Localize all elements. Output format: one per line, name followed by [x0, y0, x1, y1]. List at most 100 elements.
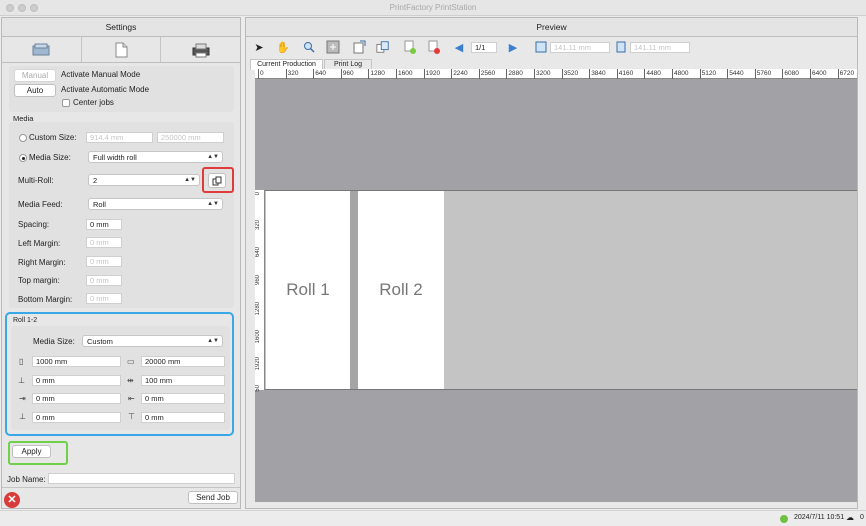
custom-height-field[interactable]: 250000 mm — [157, 132, 224, 143]
bottom-margin-field[interactable]: 0 mm — [86, 293, 122, 304]
roll-group-title: Roll 1-2 — [13, 317, 38, 324]
chevron-updown-icon: ▲▼ — [207, 154, 219, 160]
ruler-tick — [368, 69, 370, 79]
previous-page-icon[interactable]: ◀ — [452, 40, 466, 54]
add-page-icon[interactable] — [403, 40, 417, 54]
settings-header: Settings — [2, 18, 240, 37]
printer-tab[interactable] — [161, 37, 240, 62]
width-field[interactable]: 141.11 mm — [550, 42, 610, 53]
height-icon — [614, 40, 628, 54]
preview-header: Preview — [246, 18, 857, 37]
pointer-tool-icon[interactable]: ➤ — [252, 40, 266, 54]
manual-button[interactable]: Manual — [14, 69, 56, 82]
ruler-label: 2880 — [508, 70, 523, 77]
next-page-icon[interactable]: ▶ — [506, 40, 520, 54]
top-ruler: 0 320 640 960 1280 1600 1920 2240 2560 2880 3200 35… — [255, 69, 857, 79]
left-margin-label: Left Margin: — [18, 239, 61, 248]
ruler-tick — [699, 69, 701, 79]
roll-2-area[interactable]: Roll 2 — [358, 191, 444, 389]
ruler-label: 6400 — [812, 70, 827, 77]
job-name-input[interactable] — [48, 473, 235, 484]
remove-page-icon[interactable] — [427, 40, 441, 54]
ruler-tick — [589, 69, 591, 79]
roll-right-margin-icon: ⇥ — [19, 394, 26, 403]
roll-bottom-margin-field[interactable]: 0 mm — [32, 412, 121, 423]
roll-2-label: Roll 2 — [379, 280, 423, 299]
custom-width-field[interactable]: 914.4 mm — [86, 132, 153, 143]
media-size-radio[interactable] — [19, 154, 27, 162]
roll-top-margin-field[interactable]: 0 mm — [141, 412, 225, 423]
ruler-tick — [672, 69, 673, 79]
ruler-label: 3520 — [563, 70, 579, 77]
ruler-tick — [561, 69, 563, 79]
media-feed-select[interactable]: Roll ▲▼ — [88, 198, 223, 210]
export-page-icon[interactable] — [352, 40, 366, 54]
document-tab[interactable] — [82, 37, 162, 62]
ruler-label: 320 — [255, 219, 261, 230]
ruler-label: 320 — [287, 70, 299, 77]
roll-width-field[interactable]: 1000 mm — [32, 356, 121, 367]
document-tab-icon — [115, 42, 128, 57]
zoom-tool-icon[interactable] — [302, 40, 316, 54]
roll-1-area[interactable]: Roll 1 — [266, 191, 350, 389]
status-count: 0 — [860, 514, 864, 521]
auto-button[interactable]: Auto — [14, 84, 56, 97]
height-field[interactable]: 141.11 mm — [630, 42, 690, 53]
ruler-label: 0 — [260, 70, 264, 77]
ruler-label: 50 — [255, 384, 261, 392]
ruler-label: 640 — [315, 70, 327, 77]
top-margin-field[interactable]: 0 mm — [86, 275, 122, 286]
ruler-tick — [810, 69, 811, 79]
roll-media-size-select[interactable]: Custom ▲▼ — [82, 335, 223, 347]
ruler-label: 2240 — [453, 70, 468, 77]
left-ruler: 0 320 640 960 1280 1600 1920 50 — [255, 190, 265, 392]
ruler-tick — [506, 69, 508, 79]
spacing-field[interactable]: 0 mm — [86, 219, 122, 230]
roll-right-margin-field[interactable]: 0 mm — [32, 393, 121, 404]
add-doc-icon — [404, 40, 416, 54]
right-margin-field[interactable]: 0 mm — [86, 256, 122, 267]
send-job-button[interactable]: Send Job — [188, 491, 238, 504]
preview-canvas[interactable]: 0 320 640 960 1280 1600 1920 2240 2560 2880 3200 35… — [255, 69, 857, 502]
page-number-field[interactable]: 1/1 — [471, 42, 497, 53]
multi-roll-settings-button[interactable] — [208, 173, 226, 188]
ruler-height-icon — [616, 41, 626, 53]
ruler-tick — [837, 69, 839, 79]
status-bar: 2024/7/11 10:51 ☁ 0 — [0, 510, 866, 526]
width-icon — [534, 40, 548, 54]
multi-roll-select[interactable]: 2 ▲▼ — [88, 174, 200, 186]
ruler-label: 2560 — [480, 70, 496, 77]
manual-mode-label: Activate Manual Mode — [61, 70, 141, 79]
media-tab-icon — [32, 43, 50, 55]
roll-top-margin-icon: ⊤ — [128, 412, 135, 421]
media-size-select[interactable]: Full width roll ▲▼ — [88, 151, 223, 163]
ruler-label: 3840 — [591, 70, 606, 77]
ruler-tick — [478, 69, 480, 79]
roll-gap-icon: ⇹ — [127, 376, 134, 385]
roll-length-field[interactable]: 20000 mm — [141, 356, 225, 367]
multi-page-icon[interactable] — [376, 40, 390, 54]
ruler-tick — [616, 69, 618, 79]
ruler-label: 4160 — [618, 70, 634, 77]
media-feed-value: Roll — [93, 200, 106, 209]
divider — [2, 487, 240, 488]
left-margin-field[interactable]: 0 mm — [86, 237, 122, 248]
ruler-label: 5440 — [729, 70, 744, 77]
hand-tool-icon[interactable]: ✋ — [276, 40, 290, 54]
media-size-value: Full width roll — [93, 153, 137, 162]
roll-gap-field[interactable]: 100 mm — [141, 375, 225, 386]
roll-left-margin-field[interactable]: 0 mm — [141, 393, 225, 404]
fit-page-icon[interactable] — [326, 40, 340, 54]
connection-status-icon — [780, 515, 788, 523]
apply-button[interactable]: Apply — [12, 445, 51, 458]
cancel-x-icon[interactable]: ✕ — [4, 492, 20, 508]
roll-offset-field[interactable]: 0 mm — [32, 375, 121, 386]
custom-size-radio[interactable] — [19, 134, 27, 142]
center-jobs-checkbox[interactable] — [62, 99, 70, 107]
roll-media-size-label: Media Size: — [33, 337, 75, 346]
chevron-updown-icon: ▲▼ — [207, 338, 219, 344]
export-icon — [353, 40, 366, 54]
media-tab[interactable] — [2, 37, 82, 62]
ruler-label: 4480 — [646, 70, 661, 77]
preview-panel: Preview ➤ ✋ ◀ 1/1 ▶ 141.11 mm 141.11 mm … — [245, 17, 858, 509]
